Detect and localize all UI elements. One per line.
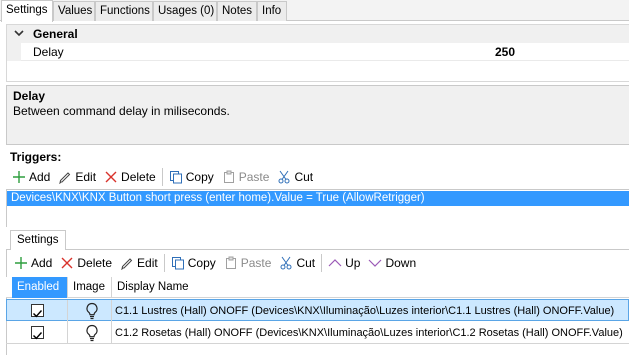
tab-strip: Settings Values Functions Usages (0) Not… xyxy=(0,0,629,22)
trigger-paste-label: Paste xyxy=(238,170,270,184)
trigger-delete-label: Delete xyxy=(121,170,156,184)
chevron-up-icon xyxy=(328,259,342,267)
trigger-copy-label: Copy xyxy=(185,170,214,184)
trigger-cut-label: Cut xyxy=(294,170,314,184)
setting-add-label: Add xyxy=(31,256,53,270)
chevron-down-icon xyxy=(369,259,382,267)
setting-cut-label: Cut xyxy=(296,256,316,270)
column-header-enabled[interactable]: Enabled xyxy=(12,277,68,298)
table-row[interactable]: C1.1 Lustres (Hall) ONOFF (Devices\KNX\I… xyxy=(6,299,629,322)
description-text: Between command delay in miliseconds. xyxy=(13,104,230,118)
lightbulb-icon xyxy=(86,302,98,320)
setting-add-button[interactable]: Add xyxy=(10,253,56,273)
plus-icon xyxy=(13,171,25,183)
image-cell xyxy=(68,300,112,322)
table-row[interactable]: C1.2 Rosetas (Hall) ONOFF (Devices\KNX\I… xyxy=(6,322,629,344)
column-header-display-name[interactable]: Display Name xyxy=(112,277,629,298)
setting-delete-label: Delete xyxy=(77,256,113,270)
enabled-checkbox[interactable] xyxy=(31,326,44,340)
pencil-icon xyxy=(121,258,133,270)
enabled-cell xyxy=(12,322,68,344)
trigger-add-button[interactable]: Add xyxy=(8,167,54,187)
scissors-icon xyxy=(278,170,290,184)
trigger-paste-button[interactable]: Paste xyxy=(218,167,274,187)
setting-edit-button[interactable]: Edit xyxy=(116,253,162,273)
setting-up-button[interactable]: Up xyxy=(324,253,364,273)
setting-copy-label: Copy xyxy=(187,256,216,270)
delete-x-icon xyxy=(105,171,117,183)
trigger-delete-button[interactable]: Delete xyxy=(100,167,160,187)
row-divider xyxy=(21,60,629,61)
grid-header: Enabled Image Display Name xyxy=(6,277,629,298)
triggers-toolbar: Add Edit Delete Copy Paste Cut xyxy=(8,166,317,188)
column-header-image[interactable]: Image xyxy=(68,277,112,298)
settings-toolbar: Add Delete Edit Copy Paste Cut Up Down xyxy=(10,252,420,274)
setting-copy-button[interactable]: Copy xyxy=(167,253,220,273)
property-value[interactable]: 250 xyxy=(495,45,515,59)
enabled-checkbox[interactable] xyxy=(31,304,44,318)
property-category-label: General xyxy=(33,27,78,41)
setting-delete-button[interactable]: Delete xyxy=(56,253,116,273)
trigger-add-label: Add xyxy=(29,170,51,184)
setting-paste-button[interactable]: Paste xyxy=(220,253,276,273)
delete-x-icon xyxy=(61,257,73,269)
tab-values[interactable]: Values xyxy=(53,1,95,21)
property-name: Delay xyxy=(33,45,64,59)
description-panel: Delay Between command delay in milisecon… xyxy=(6,85,629,145)
tab-notes[interactable]: Notes xyxy=(217,1,257,21)
scissors-icon xyxy=(280,256,292,270)
trigger-list: Devices\KNX\KNX Button short press (ente… xyxy=(6,189,629,227)
tab-functions[interactable]: Functions xyxy=(95,1,153,21)
property-grid: General Delay 250 xyxy=(6,24,629,82)
trigger-list-item[interactable]: Devices\KNX\KNX Button short press (ente… xyxy=(7,191,629,206)
description-title: Delay xyxy=(13,89,46,103)
setting-up-label: Up xyxy=(345,256,361,270)
pencil-icon xyxy=(59,172,71,184)
plus-icon xyxy=(15,257,27,269)
copy-icon xyxy=(171,257,184,270)
image-cell xyxy=(68,322,112,344)
toolbar-separator xyxy=(163,254,165,272)
checkmark-icon xyxy=(33,310,43,318)
enabled-cell xyxy=(12,300,68,322)
checkmark-icon xyxy=(33,332,43,340)
property-category[interactable]: General xyxy=(7,25,629,43)
trigger-edit-label: Edit xyxy=(75,170,97,184)
paste-icon xyxy=(225,256,236,269)
lightbulb-icon xyxy=(86,324,98,342)
tab-usages[interactable]: Usages (0) xyxy=(153,1,217,21)
triggers-label: Triggers: xyxy=(10,150,62,164)
setting-down-label: Down xyxy=(385,256,417,270)
toolbar-separator xyxy=(161,168,163,186)
tab-info[interactable]: Info xyxy=(257,1,287,21)
toolbar-separator xyxy=(321,254,323,272)
tab-settings-section[interactable]: Settings xyxy=(10,230,66,250)
trigger-copy-button[interactable]: Copy xyxy=(165,167,218,187)
setting-paste-label: Paste xyxy=(240,256,272,270)
copy-icon xyxy=(169,171,182,184)
setting-edit-label: Edit xyxy=(137,256,158,270)
tab-settings[interactable]: Settings xyxy=(1,0,53,22)
setting-cut-button[interactable]: Cut xyxy=(275,253,319,273)
trigger-cut-button[interactable]: Cut xyxy=(273,167,317,187)
property-row-delay[interactable]: Delay 250 xyxy=(7,43,629,61)
setting-down-button[interactable]: Down xyxy=(364,253,420,273)
chevron-down-icon[interactable] xyxy=(13,27,25,39)
display-name-cell: C1.2 Rosetas (Hall) ONOFF (Devices\KNX\I… xyxy=(115,327,623,339)
trigger-edit-button[interactable]: Edit xyxy=(54,167,100,187)
display-name-cell: C1.1 Lustres (Hall) ONOFF (Devices\KNX\I… xyxy=(115,305,615,317)
paste-icon xyxy=(223,170,234,183)
property-row-indent xyxy=(7,43,21,61)
